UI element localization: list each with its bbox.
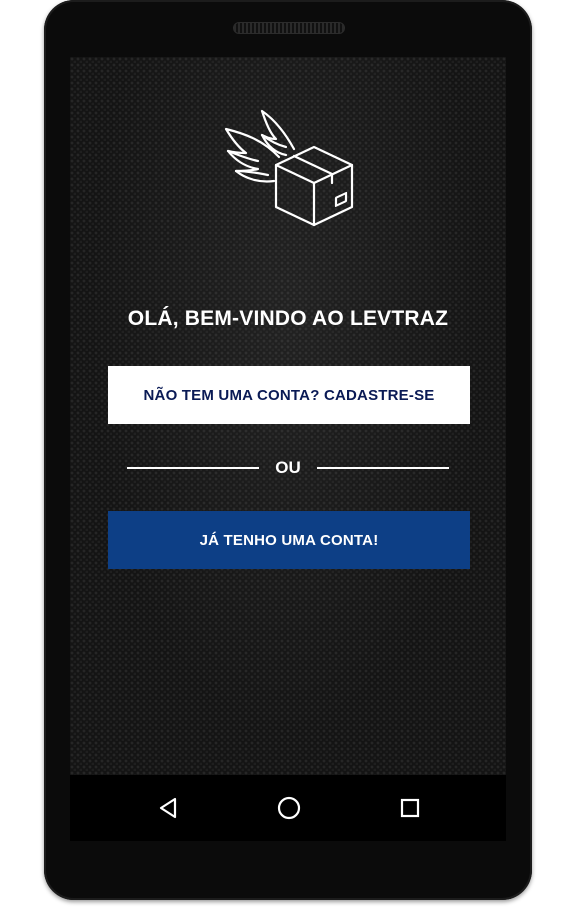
back-button[interactable]	[153, 793, 183, 823]
android-navigation-bar	[70, 775, 506, 841]
login-button[interactable]: JÁ TENHO UMA CONTA!	[108, 511, 470, 569]
recents-square-icon	[400, 798, 420, 818]
or-divider: OU	[127, 458, 449, 478]
divider-line-right	[317, 467, 449, 469]
recents-button[interactable]	[395, 793, 425, 823]
home-button[interactable]	[274, 793, 304, 823]
divider-line-left	[127, 467, 259, 469]
home-circle-icon	[277, 796, 301, 820]
divider-or-text: OU	[275, 458, 301, 477]
app-screen: OLÁ, BEM-VINDO AO LEVTRAZ NÃO TEM UMA CO…	[70, 57, 506, 775]
phone-speaker	[233, 22, 345, 34]
welcome-title: OLÁ, BEM-VINDO AO LEVTRAZ	[127, 307, 449, 330]
back-triangle-icon	[159, 797, 177, 819]
signup-button[interactable]: NÃO TEM UMA CONTA? CADASTRE-SE	[108, 366, 470, 424]
phone-frame: OLÁ, BEM-VINDO AO LEVTRAZ NÃO TEM UMA CO…	[44, 0, 532, 900]
winged-box-icon	[224, 109, 354, 227]
